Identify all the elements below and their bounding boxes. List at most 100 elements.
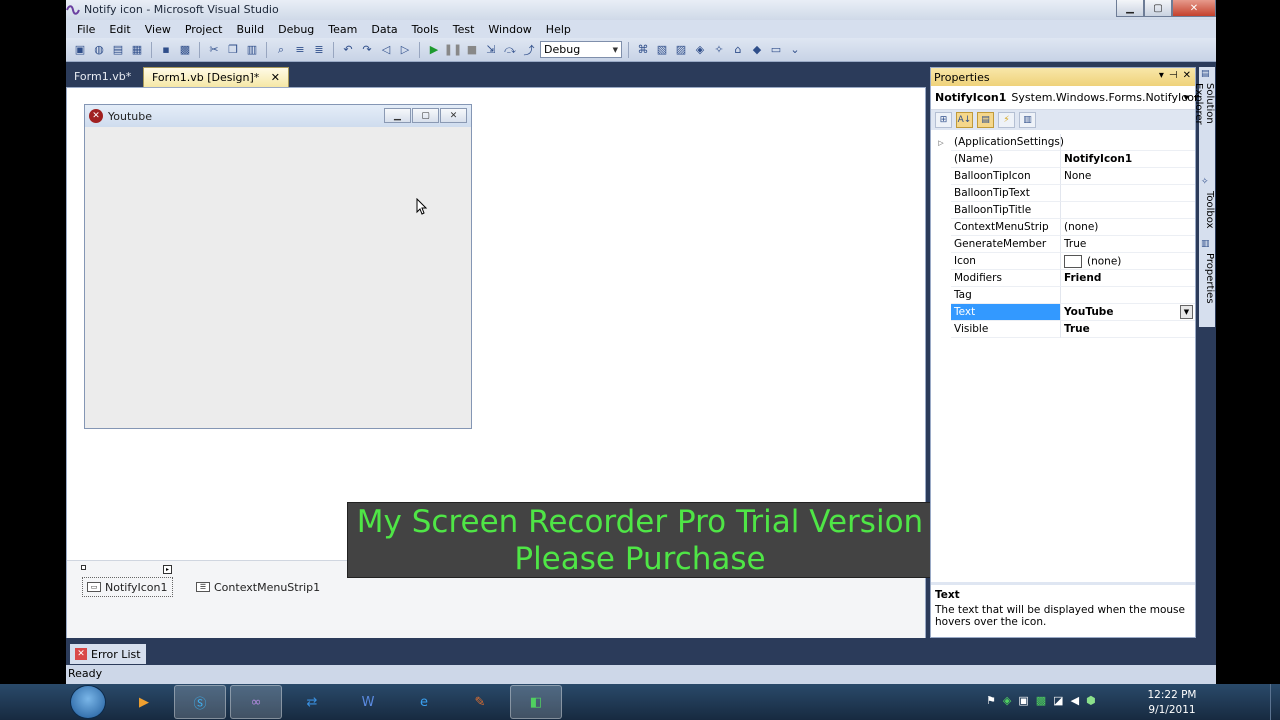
property-row[interactable]: Tag	[931, 287, 1195, 304]
undo-icon[interactable]: ↶	[340, 42, 356, 58]
properties-window-icon[interactable]: ▨	[673, 42, 689, 58]
menu-test[interactable]: Test	[446, 23, 482, 36]
add-item-icon[interactable]: ◍	[91, 42, 107, 58]
device-icon[interactable]: ▣	[1018, 694, 1028, 707]
solution-configuration-select[interactable]: Debug ▼	[540, 41, 622, 58]
property-pages-icon[interactable]: ▥	[1019, 112, 1036, 128]
taskbar-internet-explorer[interactable]: e	[398, 685, 450, 719]
close-icon[interactable]: ✕	[271, 71, 280, 84]
toolbar-overflow-icon[interactable]: ⌄	[787, 42, 803, 58]
menu-project[interactable]: Project	[178, 23, 230, 36]
taskbar-teamviewer[interactable]: ⇄	[286, 685, 338, 719]
property-value[interactable]: None	[1061, 168, 1195, 185]
property-value[interactable]: True	[1061, 236, 1195, 253]
smart-tag-arrow-icon[interactable]: ▸	[163, 565, 172, 574]
comment-icon[interactable]: ≡	[292, 42, 308, 58]
open-file-icon[interactable]: ▤	[110, 42, 126, 58]
tray-item-notifyicon[interactable]: ▭ NotifyIcon1	[82, 577, 173, 597]
categorized-icon[interactable]: ⊞	[935, 112, 952, 128]
pause-icon[interactable]: ❚❚	[444, 42, 462, 58]
cut-icon[interactable]: ✂	[206, 42, 222, 58]
property-row[interactable]: BalloonTipTitle	[931, 202, 1195, 219]
save-icon[interactable]: ▪	[158, 42, 174, 58]
taskbar-screen-recorder[interactable]: ◧	[510, 685, 562, 719]
taskbar-clock[interactable]: 12:22 PM 9/1/2011	[1142, 688, 1202, 718]
menu-view[interactable]: View	[138, 23, 178, 36]
property-value[interactable]: True	[1061, 321, 1195, 338]
chevron-down-icon[interactable]: ▼	[1180, 305, 1193, 319]
save-all-icon[interactable]: ▩	[177, 42, 193, 58]
tray-item-contextmenustrip[interactable]: ☰ ContextMenuStrip1	[192, 577, 324, 597]
tab-toolbox[interactable]: ✧ Toolbox	[1199, 175, 1215, 235]
stop-icon[interactable]: ■	[464, 42, 480, 58]
property-value[interactable]: NotifyIcon1	[1061, 151, 1195, 168]
menu-team[interactable]: Team	[321, 23, 364, 36]
step-out-icon[interactable]: ⤴	[521, 42, 537, 58]
error-list-tab[interactable]: ✕ Error List	[70, 644, 146, 664]
property-row-selected[interactable]: Text YouTube ▼	[931, 304, 1195, 321]
minimize-button[interactable]: ▁	[1116, 0, 1144, 17]
object-selector[interactable]: NotifyIcon1 System.Windows.Forms.NotifyI…	[931, 86, 1201, 110]
property-value[interactable]: (none)	[1061, 219, 1195, 236]
property-row[interactable]: BalloonTipText	[931, 185, 1195, 202]
events-icon[interactable]: ⚡	[998, 112, 1015, 128]
property-row[interactable]: BalloonTipIcon None	[931, 168, 1195, 185]
taskbar-skype[interactable]: Ⓢ	[174, 685, 226, 719]
navigate-forward-icon[interactable]: ▷	[397, 42, 413, 58]
menu-help[interactable]: Help	[539, 23, 578, 36]
solution-explorer-icon[interactable]: ▧	[654, 42, 670, 58]
step-over-icon[interactable]: ⤼	[502, 42, 518, 58]
property-value[interactable]	[1061, 185, 1195, 202]
expand-icon[interactable]: ▷	[931, 134, 951, 151]
network-icon[interactable]: ◪	[1053, 694, 1063, 707]
property-row[interactable]: ContextMenuStrip (none)	[931, 219, 1195, 236]
find-icon[interactable]: ⌕	[273, 42, 289, 58]
menu-data[interactable]: Data	[364, 23, 404, 36]
paste-icon[interactable]: ▥	[244, 42, 260, 58]
close-button[interactable]: ✕	[1172, 0, 1216, 17]
property-value[interactable]	[1061, 202, 1195, 219]
start-page-icon[interactable]: ⌂	[730, 42, 746, 58]
uncomment-icon[interactable]: ≣	[311, 42, 327, 58]
taskbar-word[interactable]: W	[342, 685, 394, 719]
redo-icon[interactable]: ↷	[359, 42, 375, 58]
volume-icon[interactable]: ◀	[1071, 694, 1079, 707]
menu-edit[interactable]: Edit	[102, 23, 137, 36]
menu-tools[interactable]: Tools	[405, 23, 446, 36]
tab-form1-design[interactable]: Form1.vb [Design]* ✕	[143, 67, 289, 87]
find-in-files-icon[interactable]: ⌘	[635, 42, 651, 58]
property-row[interactable]: (Name) NotifyIcon1	[931, 151, 1195, 168]
properties-view-icon[interactable]: ▤	[977, 112, 994, 128]
property-row[interactable]: GenerateMember True	[931, 236, 1195, 253]
pin-icon[interactable]: ⊣	[1169, 70, 1178, 81]
taskbar-paint[interactable]: ✎	[454, 685, 506, 719]
recorder-tray-icon[interactable]: ▩	[1036, 694, 1046, 707]
add-new-item-icon[interactable]: ▦	[129, 42, 145, 58]
property-value[interactable]	[1061, 287, 1195, 304]
command-window-icon[interactable]: ▭	[768, 42, 784, 58]
property-row[interactable]: ▷ (ApplicationSettings)	[931, 134, 1195, 151]
tab-form1-code[interactable]: Form1.vb*	[66, 67, 139, 87]
maximize-button[interactable]: ▢	[1144, 0, 1172, 17]
taskbar-visual-studio[interactable]: ∞	[230, 685, 282, 719]
property-value[interactable]: YouTube ▼	[1061, 304, 1195, 321]
new-project-icon[interactable]: ▣	[72, 42, 88, 58]
designer-form[interactable]: ✕ Youtube ▁ ▢ ✕	[84, 104, 472, 429]
copy-icon[interactable]: ❐	[225, 42, 241, 58]
object-browser-icon[interactable]: ◈	[692, 42, 708, 58]
menu-file[interactable]: File	[70, 23, 102, 36]
alphabetical-icon[interactable]: A↓	[956, 112, 973, 128]
taskbar-media-player[interactable]: ▶	[118, 685, 170, 719]
tab-properties[interactable]: ▥ Properties	[1199, 237, 1215, 317]
power-icon[interactable]: ⬢	[1086, 694, 1096, 707]
tab-solution-explorer[interactable]: ▤ Solution Explorer	[1193, 67, 1215, 167]
start-debugging-icon[interactable]: ▶	[426, 42, 442, 58]
panel-menu-icon[interactable]: ▾	[1159, 70, 1164, 81]
property-value[interactable]	[1061, 134, 1195, 151]
toolbox-icon[interactable]: ✧	[711, 42, 727, 58]
extension-manager-icon[interactable]: ◆	[749, 42, 765, 58]
step-into-icon[interactable]: ⇲	[483, 42, 499, 58]
navigate-back-icon[interactable]: ◁	[378, 42, 394, 58]
selection-handle[interactable]	[81, 565, 86, 570]
property-row[interactable]: Modifiers Friend	[931, 270, 1195, 287]
